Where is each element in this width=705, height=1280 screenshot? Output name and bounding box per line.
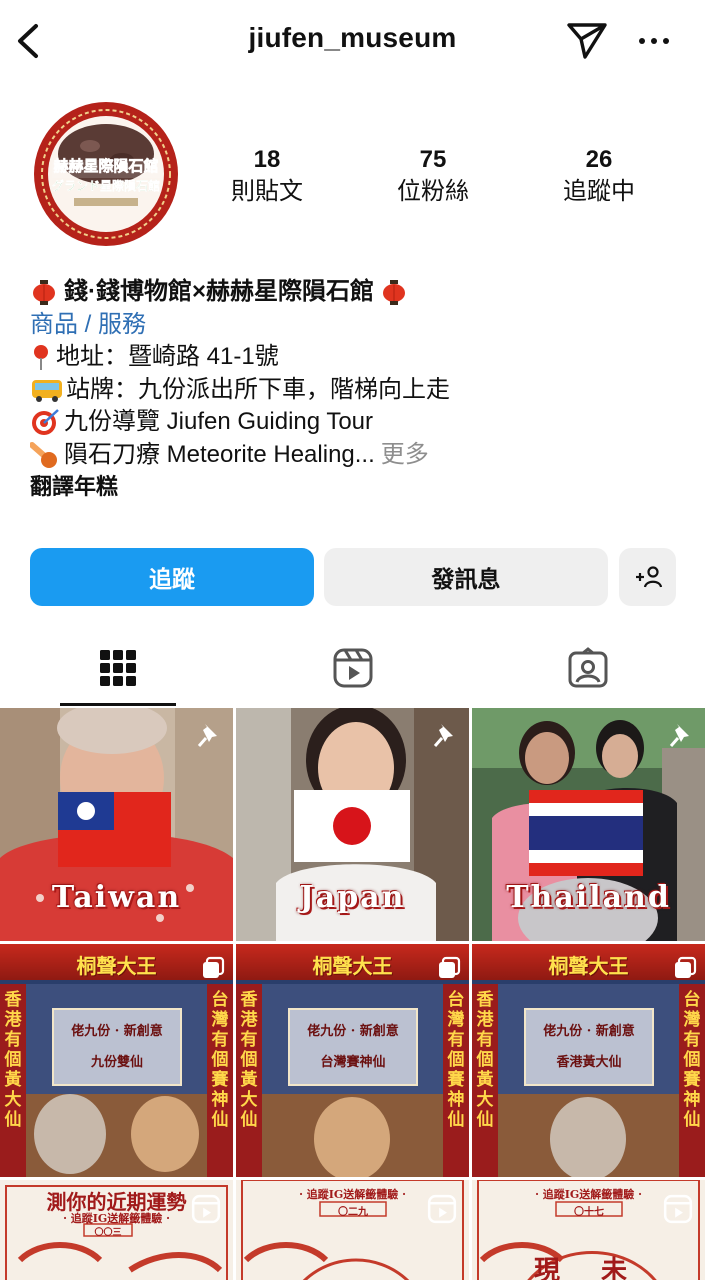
add-user-icon: [635, 566, 662, 588]
post-tile[interactable]: Thailand: [472, 708, 705, 941]
pin-icon: [669, 724, 689, 747]
post-tile[interactable]: 測你的近期運勢 · 追蹤IG送解籤體驗 · 〇〇三: [0, 1180, 233, 1280]
post-tile[interactable]: · 追蹤IG送解籤體驗 · 〇二九: [236, 1180, 469, 1280]
bio-translate-link[interactable]: 翻譯年糕: [30, 471, 118, 504]
bio-line-bus: 站牌：九份派出所下車，階梯向上走: [30, 374, 690, 407]
profile-tabs: [0, 628, 705, 708]
reels-icon: [333, 648, 372, 688]
post-tile[interactable]: 桐聲大王 香港有個黃大仙 台灣有個賽神仙 佬九份 · 新創意 台灣賽神仙: [236, 944, 469, 1177]
bio-line-address: 地址：暨崎路 41-1號: [30, 341, 690, 374]
post-caption: Thailand: [506, 880, 671, 915]
bio-line-healing: 隕石刀療 Meteorite Healing... 更多: [30, 439, 690, 472]
japan-flag: [294, 790, 410, 862]
tagged-icon: [568, 647, 607, 688]
bio-display-name: 錢·錢博物館×赫赫星際隕石館: [64, 278, 375, 305]
bio-tour-text: 九份導覽 Jiufen Guiding Tour: [64, 408, 374, 435]
lantern-icon: [33, 280, 55, 306]
poster-title: 桐聲大王: [76, 954, 157, 978]
bio-bus-text: 站牌：九份派出所下車，階梯向上走: [66, 375, 450, 403]
posts-grid: Taiwan Japan Thailand 桐聲大王 香港有個黃大仙 台灣有個賽…: [0, 708, 705, 1280]
poster-left-column: 香港有個黃大仙: [472, 984, 498, 1177]
stat-posts[interactable]: 18 則貼文: [207, 146, 327, 208]
poster-title: 桐聲大王: [312, 954, 393, 978]
reels-icon: [427, 1194, 457, 1224]
post-tile[interactable]: 桐聲大王 香港有個黃大仙 台灣有個賽神仙 佬九份 · 新創意 香港黃大仙: [472, 944, 705, 1177]
bio-address-text: 地址：暨崎路 41-1號: [56, 343, 279, 370]
stat-followers-count: 75: [419, 146, 447, 173]
poster-center-box: 佬九份 · 新創意 台灣賽神仙: [288, 1008, 418, 1086]
stat-followers-label: 位粉絲: [397, 178, 469, 205]
meteor-icon: [30, 441, 57, 468]
post-big-text: 現 未: [533, 1256, 644, 1280]
multiple-posts-icon: [203, 956, 225, 978]
post-caption: Japan: [299, 880, 406, 915]
post-tag: 〇十七: [574, 1207, 604, 1218]
thailand-flag: [529, 790, 643, 876]
post-tile[interactable]: Taiwan: [0, 708, 233, 941]
avatar-line2: グランド星際隕石館: [52, 178, 160, 193]
profile-avatar[interactable]: 赫赫星際隕石館 グランド星際隕石館: [30, 98, 182, 250]
tab-tagged[interactable]: [470, 628, 705, 708]
post-tile[interactable]: Japan: [236, 708, 469, 941]
stat-following-count: 26: [585, 146, 613, 173]
poster-right-column: 台灣有個賽神仙: [207, 984, 233, 1177]
poster-box-line1: 佬九份 · 新創意: [307, 1024, 399, 1039]
message-button[interactable]: 發訊息: [324, 548, 608, 606]
poster-right-column: 台灣有個賽神仙: [443, 984, 469, 1177]
bio-more-link[interactable]: 更多: [381, 439, 429, 472]
tab-reels[interactable]: [235, 628, 470, 708]
post-tag: 〇〇三: [94, 1228, 122, 1238]
multiple-posts-icon: [675, 956, 697, 978]
follow-button[interactable]: 追蹤: [30, 548, 314, 606]
tab-posts-grid[interactable]: [0, 628, 235, 708]
multiple-posts-icon: [439, 956, 461, 978]
pin-icon: [197, 724, 217, 747]
lantern-icon: [383, 280, 406, 306]
poster-left-column: 香港有個黃大仙: [0, 984, 26, 1177]
post-tag: 〇二九: [338, 1207, 368, 1218]
poster-box-line2: 台灣賽神仙: [320, 1055, 386, 1070]
grid-icon: [99, 650, 136, 686]
poster-box-line2: 九份雙仙: [90, 1055, 143, 1070]
bio-line-tour: 九份導覽 Jiufen Guiding Tour: [30, 406, 690, 439]
paper-plane-icon[interactable]: [566, 20, 608, 60]
avatar-line1: 赫赫星際隕石館: [53, 157, 158, 175]
bio-category-line: 商品 / 服務: [30, 309, 690, 342]
stat-posts-label: 則貼文: [231, 178, 303, 205]
poster-center-box: 佬九份 · 新創意 香港黃大仙: [524, 1008, 654, 1086]
post-caption: Taiwan: [51, 880, 182, 915]
stat-followers[interactable]: 75 位粉絲: [373, 146, 493, 208]
post-tile[interactable]: 桐聲大王 香港有個黃大仙 台灣有個賽神仙 佬九份 · 新創意 九份雙仙: [0, 944, 233, 1177]
reels-icon: [663, 1194, 693, 1224]
target-icon: [32, 409, 59, 436]
reels-icon: [191, 1194, 221, 1224]
stat-following[interactable]: 26 追蹤中: [539, 146, 659, 208]
stat-following-label: 追蹤中: [563, 178, 635, 205]
poster-right-column: 台灣有個賽神仙: [679, 984, 705, 1177]
poster-box-line1: 佬九份 · 新創意: [543, 1024, 635, 1039]
poster-center-box: 佬九份 · 新創意 九份雙仙: [52, 1008, 182, 1086]
bio-name-line: 錢·錢博物館×赫赫星際隕石館: [30, 276, 690, 309]
pin-icon: [34, 345, 48, 371]
stat-posts-count: 18: [253, 146, 281, 173]
poster-left-column: 香港有個黃大仙: [236, 984, 262, 1177]
bio-translate-line: 翻譯年糕: [30, 471, 690, 504]
bus-icon: [32, 379, 62, 402]
bio-healing-text: 隕石刀療 Meteorite Healing...: [64, 440, 375, 468]
more-horizontal-icon[interactable]: [636, 24, 672, 58]
post-tile[interactable]: · 追蹤IG送解籤體驗 · 〇十七 現 未: [472, 1180, 705, 1280]
bio-category-link[interactable]: 商品 / 服務: [30, 309, 146, 342]
top-bar: jiufen_museum: [0, 0, 705, 84]
profile-bio: 錢·錢博物館×赫赫星際隕石館 商品 / 服務 地址：暨崎路 41-1號 站牌：九…: [30, 276, 690, 504]
poster-title: 桐聲大王: [548, 954, 629, 978]
poster-box-line1: 佬九份 · 新創意: [71, 1024, 163, 1039]
active-tab-indicator: [60, 703, 176, 706]
pin-icon: [433, 724, 453, 747]
museum-logo: 赫赫星際隕石館 グランド星際隕石館: [30, 98, 182, 250]
taiwan-flag: [58, 792, 171, 867]
poster-box-line2: 香港黃大仙: [556, 1055, 622, 1070]
suggest-users-button[interactable]: [619, 548, 676, 606]
